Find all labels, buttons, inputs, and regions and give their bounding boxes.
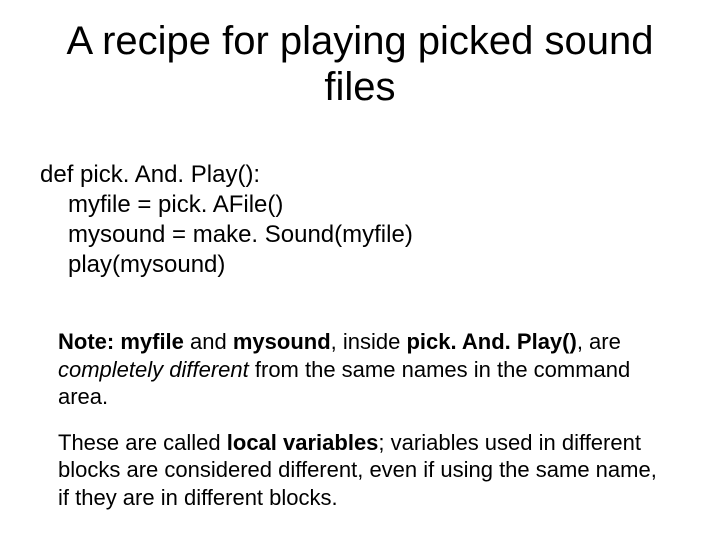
note1-t4: , inside: [331, 329, 407, 354]
code-line-1: def pick. And. Play():: [40, 160, 720, 190]
note1-t3: mysound: [233, 329, 331, 354]
slide: A recipe for playing picked sound files …: [0, 0, 720, 540]
code-line-2: myfile = pick. AFile(): [40, 190, 720, 220]
note1-t7: completely different: [58, 357, 249, 382]
slide-title: A recipe for playing picked sound files: [0, 0, 720, 110]
note1-t2: and: [184, 329, 233, 354]
code-line-3: mysound = make. Sound(myfile): [40, 220, 720, 250]
note-paragraph-2: These are called local variables; variab…: [0, 411, 720, 512]
note2-t1: These are called: [58, 430, 227, 455]
note2-t2: local variables: [227, 430, 379, 455]
note1-t5: pick. And. Play(): [406, 329, 576, 354]
note1-t6: , are: [577, 329, 621, 354]
note-paragraph-1: Note: myfile and mysound, inside pick. A…: [0, 280, 720, 411]
code-block: def pick. And. Play(): myfile = pick. AF…: [0, 110, 720, 280]
code-line-4: play(mysound): [40, 250, 720, 280]
note1-t1: Note: myfile: [58, 329, 184, 354]
